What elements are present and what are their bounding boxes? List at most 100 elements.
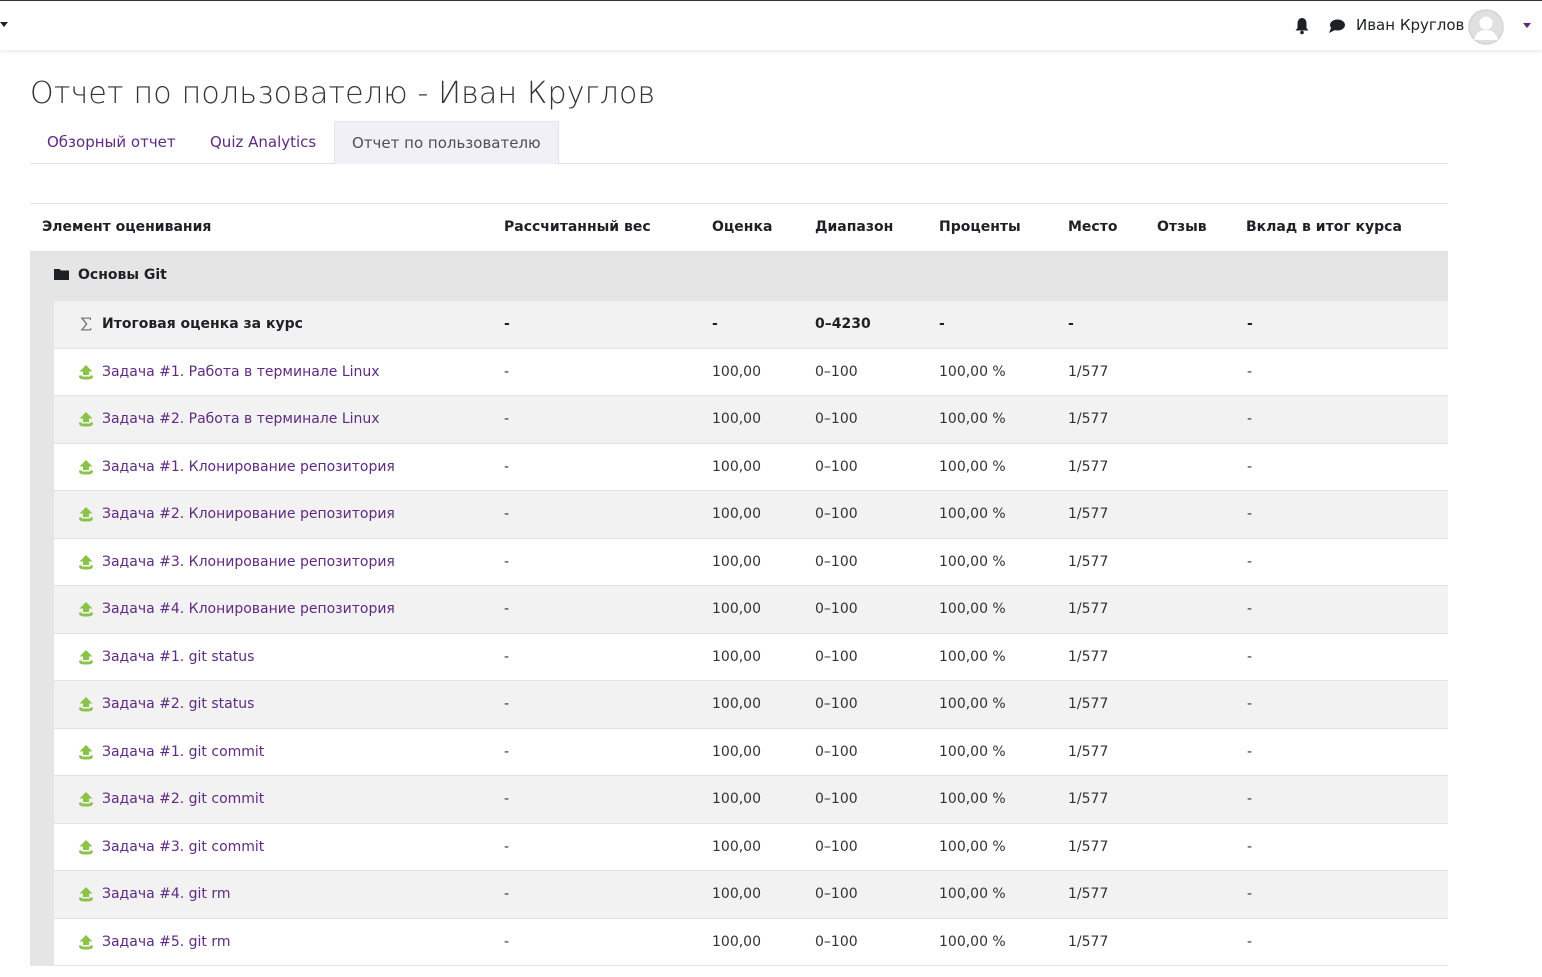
row-grade: 100,00 [712,933,761,950]
row-percent: 100,00 % [939,506,1006,522]
grade-item-link[interactable]: Задача #1. git status [102,649,254,665]
chevron-down-icon[interactable] [0,22,8,27]
row-grade: 100,00 [712,458,761,475]
row-range: 0–100 [815,886,858,902]
assignment-upload-icon [79,554,93,569]
header-contribution: Вклад в итог курса [1246,219,1402,235]
row-contribution: - [1247,411,1253,427]
row-weight: - [504,601,510,617]
row-weight: - [504,411,510,427]
table-body: Итоговая оценка за курс - - 0–4230 - - -… [30,301,1448,966]
row-percent: 100,00 % [939,933,1006,950]
row-range: 0–100 [815,696,858,712]
assignment-upload-icon [79,792,93,807]
row-grade: 100,00 [712,791,761,807]
row-percent: 100,00 % [939,791,1006,807]
sigma-icon [80,317,92,331]
total-contribution: - [1247,316,1253,332]
row-grade: 100,00 [712,648,761,665]
chat-icon[interactable] [1328,18,1346,34]
assignment-upload-icon [79,887,93,902]
page-title: Отчет по пользователю - Иван Круглов [30,76,656,111]
assignment-upload-icon [79,839,93,854]
row-contribution: - [1247,648,1253,665]
grade-item-link[interactable]: Задача #5. git rm [102,934,231,950]
grade-item-link[interactable]: Задача #1. Работа в терминале Linux [102,364,380,380]
assignment-upload-icon [79,507,93,522]
row-weight: - [504,933,510,950]
row-range: 0–100 [815,743,858,760]
row-contribution: - [1247,601,1253,617]
assignment-upload-icon [79,364,93,379]
category-row: Основы Git [30,252,1448,301]
row-weight: - [504,648,510,665]
total-range: 0–4230 [815,316,871,332]
row-contribution: - [1247,838,1253,855]
row-range: 0–100 [815,838,858,855]
grade-item-link[interactable]: Задача #3. git commit [102,839,264,855]
header-feedback: Отзыв [1157,219,1207,235]
grade-item-link[interactable]: Задача #2. Клонирование репозитория [102,506,395,522]
header-rank: Место [1068,219,1118,235]
row-percent: 100,00 % [939,886,1006,902]
row-contribution: - [1247,363,1253,380]
row-percent: 100,00 % [939,696,1006,712]
bell-icon[interactable] [1294,17,1310,35]
assignment-upload-icon [79,602,93,617]
total-grade: - [712,316,718,332]
row-percent: 100,00 % [939,743,1006,760]
row-range: 0–100 [815,363,858,380]
user-silhouette-icon [1468,9,1504,45]
row-grade: 100,00 [712,553,761,570]
total-rank: - [1068,316,1074,332]
row-grade: 100,00 [712,411,761,427]
row-range: 0–100 [815,648,858,665]
user-menu-chevron-down-icon[interactable] [1523,23,1531,28]
grade-item-link[interactable]: Задача #2. Работа в терминале Linux [102,411,380,427]
row-grade: 100,00 [712,886,761,902]
grade-item-link[interactable]: Задача #1. git commit [102,744,264,760]
avatar[interactable] [1468,9,1504,45]
row-rank: 1/577 [1068,411,1109,427]
table-row: Задача #1. Клонирование репозитория - 100,… [54,443,1448,491]
table-row: Задача #4. git rm - 100,00 0–100 100,00 % 1/5… [54,871,1448,919]
tab-user-report[interactable]: Отчет по пользователю [334,121,559,164]
row-contribution: - [1247,553,1253,570]
user-name[interactable]: Иван Круглов [1356,16,1464,34]
assignment-upload-icon [79,744,93,759]
row-grade: 100,00 [712,363,761,380]
table-header: Элемент оценивания Рассчитанный вес Оцен… [30,203,1448,252]
row-range: 0–100 [815,506,858,522]
total-weight: - [504,316,510,332]
row-contribution: - [1247,506,1253,522]
tab-overview-report[interactable]: Обзорный отчет [30,121,193,164]
grade-item-link[interactable]: Задача #4. Клонирование репозитория [102,601,395,617]
row-grade: 100,00 [712,838,761,855]
table-row: Задача #2. git commit - 100,00 0–100 100,00 … [54,776,1448,824]
assignment-upload-icon [79,649,93,664]
table-row: Задача #3. git commit - 100,00 0–100 100,00 … [54,823,1448,871]
folder-icon [54,269,69,280]
row-rank: 1/577 [1068,648,1109,665]
row-percent: 100,00 % [939,363,1006,380]
row-grade: 100,00 [712,743,761,760]
grade-item-link[interactable]: Задача #2. git commit [102,791,264,807]
tab-quiz-analytics[interactable]: Quiz Analytics [193,121,333,164]
row-rank: 1/577 [1068,696,1109,712]
row-range: 0–100 [815,933,858,950]
row-percent: 100,00 % [939,838,1006,855]
grade-item-link[interactable]: Задача #3. Клонирование репозитория [102,554,395,570]
row-weight: - [504,553,510,570]
row-rank: 1/577 [1068,838,1109,855]
row-percent: 100,00 % [939,601,1006,617]
grade-item-link[interactable]: Задача #2. git status [102,696,254,712]
row-rank: 1/577 [1068,506,1109,522]
row-range: 0–100 [815,553,858,570]
grade-item-link[interactable]: Задача #4. git rm [102,886,231,902]
grade-item-link[interactable]: Задача #1. Клонирование репозитория [102,459,395,475]
row-weight: - [504,838,510,855]
row-range: 0–100 [815,601,858,617]
table-row: Задача #1. git commit - 100,00 0–100 100,00 … [54,728,1448,776]
row-rank: 1/577 [1068,363,1109,380]
category-name: Основы Git [78,267,167,283]
